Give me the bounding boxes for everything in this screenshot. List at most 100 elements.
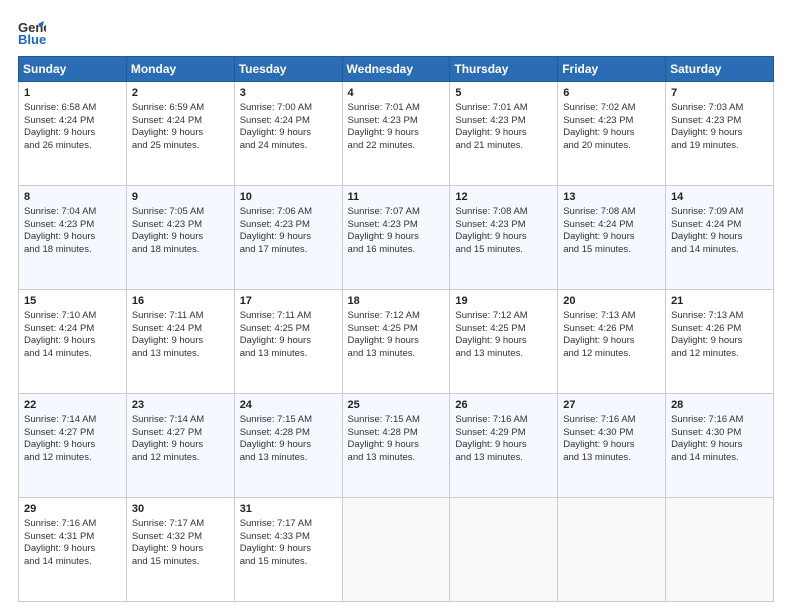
day-number: 14 xyxy=(671,190,768,205)
day-info: Sunrise: 7:16 AM xyxy=(24,518,121,531)
calendar-week-row: 8Sunrise: 7:04 AMSunset: 4:23 PMDaylight… xyxy=(19,186,774,290)
day-info: Sunset: 4:29 PM xyxy=(455,427,552,440)
calendar-cell: 7Sunrise: 7:03 AMSunset: 4:23 PMDaylight… xyxy=(666,82,774,186)
day-info: Sunrise: 7:08 AM xyxy=(455,206,552,219)
day-info: Daylight: 9 hours xyxy=(240,543,337,556)
day-info: and 15 minutes. xyxy=(563,244,660,257)
day-info: Sunrise: 7:08 AM xyxy=(563,206,660,219)
day-number: 13 xyxy=(563,190,660,205)
day-info: Daylight: 9 hours xyxy=(24,543,121,556)
day-number: 4 xyxy=(348,86,445,101)
day-info: Daylight: 9 hours xyxy=(563,335,660,348)
day-info: Sunset: 4:24 PM xyxy=(671,219,768,232)
calendar-cell: 19Sunrise: 7:12 AMSunset: 4:25 PMDayligh… xyxy=(450,290,558,394)
day-info: and 14 minutes. xyxy=(24,556,121,569)
calendar-cell: 9Sunrise: 7:05 AMSunset: 4:23 PMDaylight… xyxy=(126,186,234,290)
calendar-week-row: 29Sunrise: 7:16 AMSunset: 4:31 PMDayligh… xyxy=(19,498,774,602)
day-number: 24 xyxy=(240,398,337,413)
day-info: Sunrise: 7:01 AM xyxy=(455,102,552,115)
day-info: and 13 minutes. xyxy=(563,452,660,465)
day-number: 7 xyxy=(671,86,768,101)
day-info: Sunset: 4:23 PM xyxy=(240,219,337,232)
day-info: Daylight: 9 hours xyxy=(455,127,552,140)
calendar-cell: 10Sunrise: 7:06 AMSunset: 4:23 PMDayligh… xyxy=(234,186,342,290)
day-info: Daylight: 9 hours xyxy=(348,127,445,140)
day-info: Sunrise: 7:01 AM xyxy=(348,102,445,115)
calendar-cell xyxy=(450,498,558,602)
day-info: Sunset: 4:30 PM xyxy=(671,427,768,440)
day-info: Daylight: 9 hours xyxy=(240,127,337,140)
day-number: 17 xyxy=(240,294,337,309)
header: General Blue xyxy=(18,18,774,46)
day-info: Sunset: 4:24 PM xyxy=(240,115,337,128)
day-info: and 14 minutes. xyxy=(671,452,768,465)
day-info: Sunrise: 7:17 AM xyxy=(240,518,337,531)
day-info: and 19 minutes. xyxy=(671,140,768,153)
calendar-cell xyxy=(666,498,774,602)
calendar-week-row: 22Sunrise: 7:14 AMSunset: 4:27 PMDayligh… xyxy=(19,394,774,498)
day-info: and 12 minutes. xyxy=(132,452,229,465)
day-info: Sunset: 4:27 PM xyxy=(132,427,229,440)
calendar-cell xyxy=(558,498,666,602)
day-number: 30 xyxy=(132,502,229,517)
calendar-cell: 23Sunrise: 7:14 AMSunset: 4:27 PMDayligh… xyxy=(126,394,234,498)
day-info: Sunset: 4:28 PM xyxy=(240,427,337,440)
day-number: 16 xyxy=(132,294,229,309)
day-info: Sunrise: 7:16 AM xyxy=(455,414,552,427)
day-info: Daylight: 9 hours xyxy=(671,231,768,244)
day-info: and 20 minutes. xyxy=(563,140,660,153)
calendar-cell: 28Sunrise: 7:16 AMSunset: 4:30 PMDayligh… xyxy=(666,394,774,498)
calendar-cell: 29Sunrise: 7:16 AMSunset: 4:31 PMDayligh… xyxy=(19,498,127,602)
calendar-cell: 11Sunrise: 7:07 AMSunset: 4:23 PMDayligh… xyxy=(342,186,450,290)
weekday-header: Thursday xyxy=(450,57,558,82)
logo-icon: General Blue xyxy=(18,18,46,46)
day-number: 1 xyxy=(24,86,121,101)
day-number: 22 xyxy=(24,398,121,413)
day-info: Daylight: 9 hours xyxy=(24,127,121,140)
day-info: Daylight: 9 hours xyxy=(348,335,445,348)
day-info: Daylight: 9 hours xyxy=(132,231,229,244)
day-number: 2 xyxy=(132,86,229,101)
day-info: Daylight: 9 hours xyxy=(132,439,229,452)
day-number: 26 xyxy=(455,398,552,413)
day-info: Sunset: 4:24 PM xyxy=(563,219,660,232)
calendar-table: SundayMondayTuesdayWednesdayThursdayFrid… xyxy=(18,56,774,602)
day-info: and 24 minutes. xyxy=(240,140,337,153)
day-info: and 17 minutes. xyxy=(240,244,337,257)
day-info: Sunset: 4:25 PM xyxy=(240,323,337,336)
day-info: Sunrise: 7:05 AM xyxy=(132,206,229,219)
calendar-cell: 6Sunrise: 7:02 AMSunset: 4:23 PMDaylight… xyxy=(558,82,666,186)
day-info: and 12 minutes. xyxy=(563,348,660,361)
calendar-cell: 18Sunrise: 7:12 AMSunset: 4:25 PMDayligh… xyxy=(342,290,450,394)
day-info: Sunset: 4:23 PM xyxy=(24,219,121,232)
day-info: Sunset: 4:23 PM xyxy=(348,219,445,232)
day-number: 11 xyxy=(348,190,445,205)
day-info: Daylight: 9 hours xyxy=(563,439,660,452)
day-info: and 13 minutes. xyxy=(348,348,445,361)
day-number: 18 xyxy=(348,294,445,309)
day-info: Sunset: 4:33 PM xyxy=(240,531,337,544)
day-info: Sunrise: 7:06 AM xyxy=(240,206,337,219)
day-info: Sunrise: 7:16 AM xyxy=(671,414,768,427)
calendar-cell: 12Sunrise: 7:08 AMSunset: 4:23 PMDayligh… xyxy=(450,186,558,290)
day-info: Sunrise: 7:15 AM xyxy=(348,414,445,427)
day-info: Sunrise: 7:00 AM xyxy=(240,102,337,115)
day-number: 5 xyxy=(455,86,552,101)
day-info: Sunset: 4:23 PM xyxy=(132,219,229,232)
day-info: Sunset: 4:31 PM xyxy=(24,531,121,544)
weekday-header: Monday xyxy=(126,57,234,82)
calendar-cell: 15Sunrise: 7:10 AMSunset: 4:24 PMDayligh… xyxy=(19,290,127,394)
day-info: Daylight: 9 hours xyxy=(24,231,121,244)
day-info: and 25 minutes. xyxy=(132,140,229,153)
day-info: Daylight: 9 hours xyxy=(671,335,768,348)
day-number: 31 xyxy=(240,502,337,517)
weekday-header: Sunday xyxy=(19,57,127,82)
day-info: Sunset: 4:24 PM xyxy=(24,323,121,336)
day-info: Sunset: 4:23 PM xyxy=(455,219,552,232)
day-info: Sunset: 4:26 PM xyxy=(563,323,660,336)
day-info: Sunset: 4:27 PM xyxy=(24,427,121,440)
day-number: 6 xyxy=(563,86,660,101)
day-info: Sunrise: 7:10 AM xyxy=(24,310,121,323)
day-info: Daylight: 9 hours xyxy=(132,127,229,140)
calendar-body: 1Sunrise: 6:58 AMSunset: 4:24 PMDaylight… xyxy=(19,82,774,602)
